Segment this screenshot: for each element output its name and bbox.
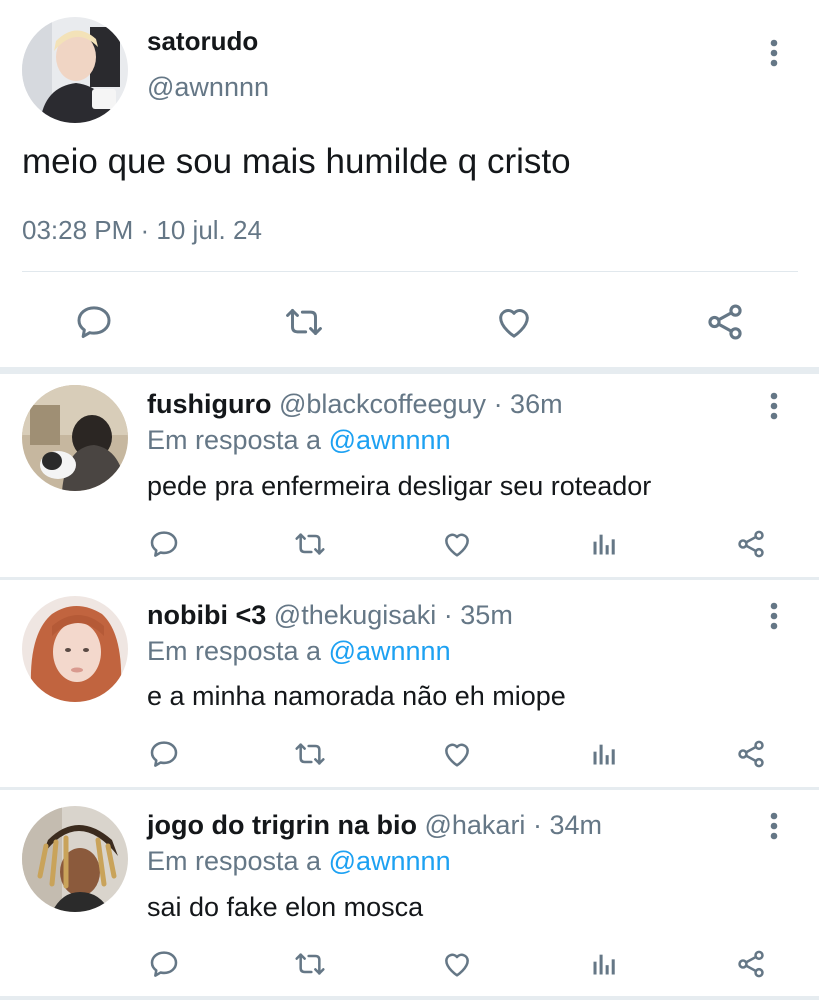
- avatar[interactable]: [22, 17, 128, 123]
- reply-icon[interactable]: [146, 526, 182, 562]
- user-handle[interactable]: @thekugisaki: [274, 600, 437, 630]
- reply-time: · 35m: [443, 600, 513, 630]
- display-name[interactable]: satorudo: [147, 26, 258, 57]
- reply-text: e a minha namorada não eh miope: [147, 681, 566, 711]
- display-name[interactable]: nobibi <3: [147, 600, 266, 630]
- share-icon[interactable]: [733, 946, 769, 982]
- retweet-icon[interactable]: [290, 736, 330, 772]
- section-divider: [0, 367, 819, 374]
- retweet-icon[interactable]: [290, 946, 330, 982]
- share-icon[interactable]: [733, 526, 769, 562]
- like-icon[interactable]: [439, 946, 475, 982]
- analytics-icon[interactable]: [586, 526, 622, 562]
- like-icon[interactable]: [439, 526, 475, 562]
- reply-icon[interactable]: [146, 946, 182, 982]
- more-options-icon[interactable]: [760, 390, 788, 422]
- like-icon[interactable]: [439, 736, 475, 772]
- analytics-icon[interactable]: [586, 736, 622, 772]
- reply-prefix: Em resposta a: [147, 636, 322, 666]
- like-icon[interactable]: [492, 300, 536, 344]
- section-divider: [0, 787, 819, 790]
- reply-time: · 34m: [532, 810, 602, 840]
- divider: [22, 271, 798, 272]
- retweet-icon[interactable]: [280, 300, 328, 344]
- reply-time: · 36m: [493, 389, 563, 419]
- reply-mention-link[interactable]: @awnnnn: [329, 636, 451, 666]
- user-handle[interactable]: @awnnnn: [147, 72, 269, 103]
- avatar[interactable]: [22, 596, 128, 702]
- reply-prefix: Em resposta a: [147, 425, 322, 455]
- tweet-timestamp[interactable]: 03:28 PM · 10 jul. 24: [22, 215, 262, 246]
- reply-mention-link[interactable]: @awnnnn: [329, 425, 451, 455]
- share-icon[interactable]: [733, 736, 769, 772]
- reply-mention-link[interactable]: @awnnnn: [329, 846, 451, 876]
- reply-text: sai do fake elon mosca: [147, 892, 424, 922]
- user-handle[interactable]: @blackcoffeeguy: [279, 389, 486, 419]
- reply-prefix: Em resposta a: [147, 846, 322, 876]
- reply-text: pede pra enfermeira desligar seu roteado…: [147, 471, 652, 501]
- tweet-text: meio que sou mais humilde q cristo: [22, 142, 571, 181]
- retweet-icon[interactable]: [290, 526, 330, 562]
- reply-icon[interactable]: [146, 736, 182, 772]
- reply-icon[interactable]: [72, 300, 116, 344]
- display-name[interactable]: jogo do trigrin na bio: [147, 810, 417, 840]
- section-divider: [0, 577, 819, 580]
- avatar[interactable]: [22, 385, 128, 491]
- display-name[interactable]: fushiguro: [147, 389, 271, 419]
- share-icon[interactable]: [702, 300, 748, 344]
- user-handle[interactable]: @hakari: [424, 810, 525, 840]
- more-options-icon[interactable]: [760, 36, 788, 70]
- more-options-icon[interactable]: [760, 600, 788, 632]
- section-divider: [0, 996, 819, 1000]
- more-options-icon[interactable]: [760, 810, 788, 842]
- analytics-icon[interactable]: [586, 946, 622, 982]
- avatar[interactable]: [22, 806, 128, 912]
